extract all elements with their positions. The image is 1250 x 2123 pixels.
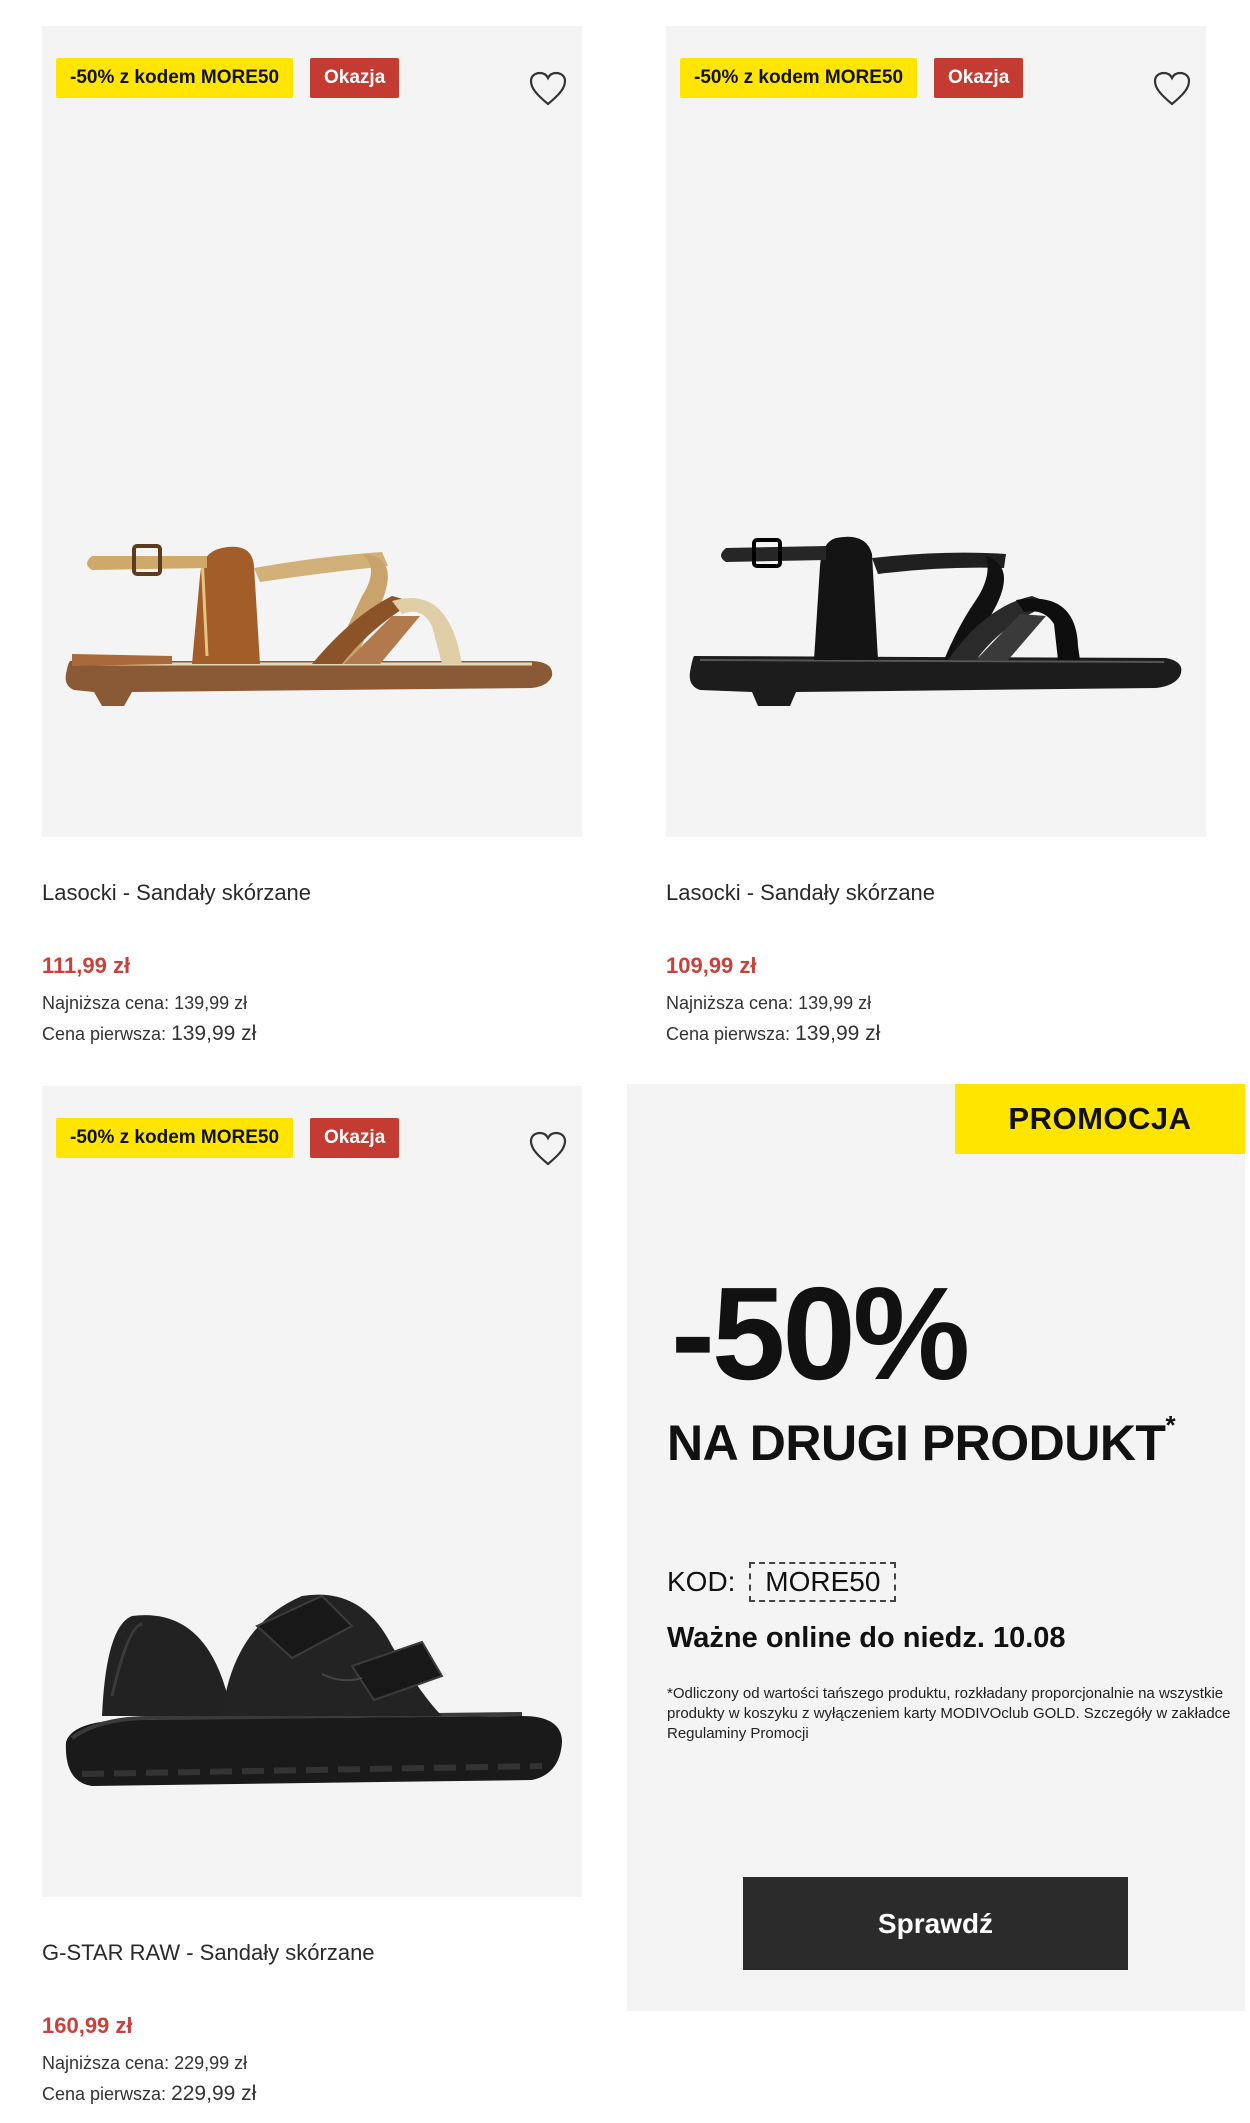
lowest-price-row: Najniższa cena: 139,99 zł [666,993,871,1014]
first-price-value: 229,99 zł [171,2082,257,2105]
product-price: 109,99 zł [666,953,757,978]
promo-validity: Ważne online do niedz. 10.08 [667,1622,1066,1654]
product-image-box[interactable]: -50% z kodem MORE50 Okazja [666,26,1206,837]
promo-code-label: KOD: [667,1566,736,1597]
first-price-row: Cena pierwsza: 229,99 zł [42,2082,256,2106]
lowest-price-label: Najniższa cena: [666,993,794,1013]
tan-strappy-sandal-image [65,544,553,706]
lowest-price-label: Najniższa cena: [42,993,170,1013]
product-listing: -50% z kodem MORE50 Okazja Lasocki - San… [0,0,1250,2123]
first-price-label: Cena pierwsza: [666,1024,791,1044]
promo-subheadline: NA DRUGI PRODUKT* [667,1410,1176,1472]
first-price-row: Cena pierwsza: 139,99 zł [42,1022,256,1046]
product-price: 160,99 zł [42,2013,133,2038]
promo-headline: -50% [671,1260,970,1407]
lowest-price-value: 139,99 zł [174,993,248,1013]
deal-badge: Okazja [934,58,1024,98]
promo-fine-print: *Odliczony od wartości tańszego produktu… [667,1685,1231,1742]
first-price-row: Cena pierwsza: 139,99 zł [666,1022,880,1046]
product-image-box[interactable]: -50% z kodem MORE50 Okazja [42,26,582,837]
heart-icon[interactable] [1152,70,1192,108]
promo-code-badge: -50% z kodem MORE50 [56,58,294,98]
product-name[interactable]: Lasocki - Sandały skórzane [666,880,935,906]
check-button[interactable]: Sprawdź [743,1877,1128,1970]
promo-banner[interactable]: PROMOCJA -50% NA DRUGI PRODUKT* KOD: MOR… [627,1084,1245,2011]
lowest-price-value: 139,99 zł [798,993,872,1013]
promo-tag: PROMOCJA [955,1084,1245,1154]
first-price-label: Cena pierwsza: [42,2084,167,2104]
promo-code-value[interactable]: MORE50 [749,1562,897,1602]
deal-badge: Okazja [310,1118,400,1158]
first-price-label: Cena pierwsza: [42,1024,167,1044]
lowest-price-row: Najniższa cena: 139,99 zł [42,993,247,1014]
heart-icon[interactable] [528,1130,568,1168]
product-price: 111,99 zł [42,953,131,978]
first-price-value: 139,99 zł [795,1022,881,1045]
promo-code-badge: -50% z kodem MORE50 [680,58,918,98]
lowest-price-label: Najniższa cena: [42,2053,170,2073]
product-name[interactable]: Lasocki - Sandały skórzane [42,880,311,906]
heart-icon[interactable] [528,70,568,108]
lowest-price-value: 229,99 zł [174,2053,248,2073]
promo-subheadline-text: NA DRUGI PRODUKT [667,1415,1166,1471]
promo-code-badge: -50% z kodem MORE50 [56,1118,294,1158]
promo-code-row: KOD: MORE50 [667,1562,897,1602]
black-velcro-sport-sandal-image [65,1594,562,1786]
black-strappy-sandal-image [689,536,1182,706]
lowest-price-row: Najniższa cena: 229,99 zł [42,2053,247,2074]
product-name[interactable]: G-STAR RAW - Sandały skórzane [42,1940,375,1966]
first-price-value: 139,99 zł [171,1022,257,1045]
promo-asterisk: * [1165,1410,1176,1440]
product-image-box[interactable]: -50% z kodem MORE50 Okazja [42,1086,582,1897]
deal-badge: Okazja [310,58,400,98]
